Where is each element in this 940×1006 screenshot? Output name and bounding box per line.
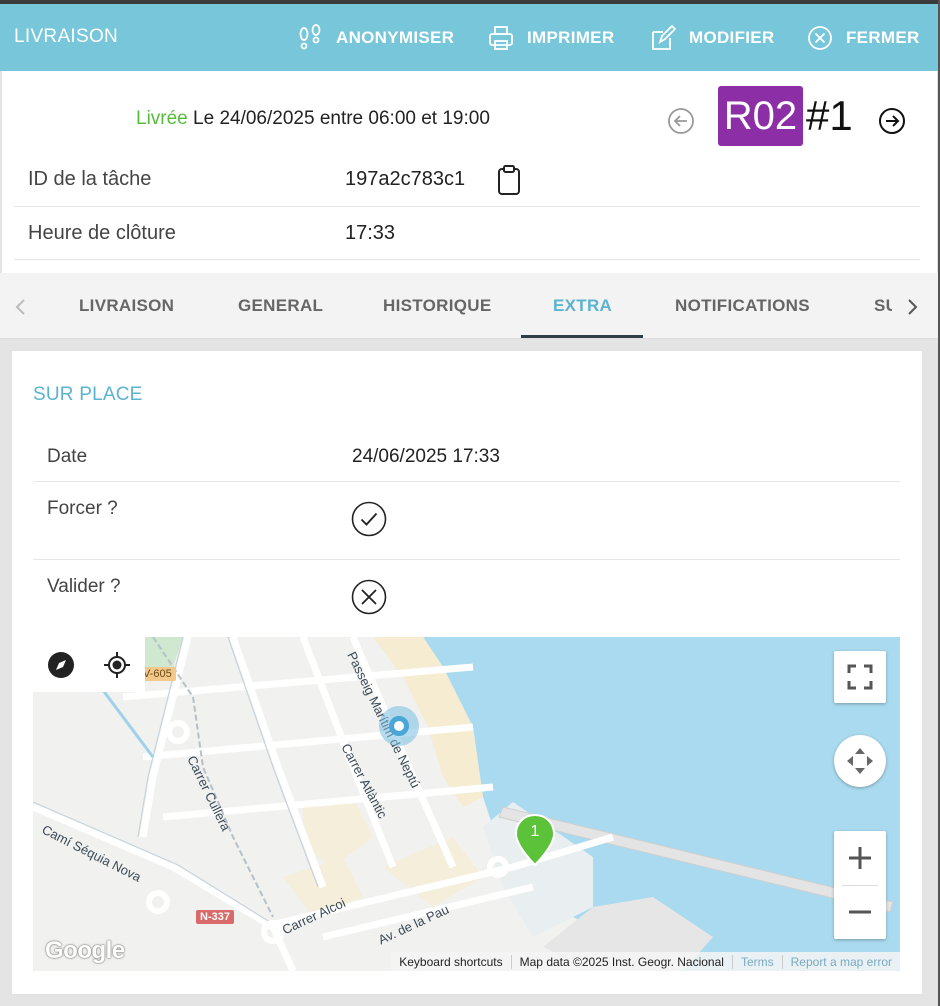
- check-circle-icon: [351, 501, 387, 537]
- marker-label: 1: [530, 823, 540, 840]
- terms-link[interactable]: Terms: [731, 954, 782, 969]
- delivery-status-line: Livrée Le 24/06/2025 entre 06:00 et 19:0…: [136, 108, 490, 130]
- close-circle-icon: [808, 26, 832, 50]
- road-badge: N-337: [196, 910, 234, 924]
- print-label: IMPRIMER: [527, 28, 615, 47]
- close-label: FERMER: [846, 28, 920, 47]
- print-button[interactable]: IMPRIMER: [487, 22, 614, 54]
- map-view[interactable]: Passeig Marítim de Neptú Carrer Atlàntic…: [33, 637, 900, 971]
- edit-button[interactable]: MODIFIER: [649, 22, 775, 54]
- active-tab-indicator: [521, 335, 643, 338]
- printer-icon: [489, 26, 513, 50]
- x-circle-icon: [351, 579, 387, 615]
- zoom-control: [834, 831, 886, 939]
- pan-control[interactable]: [834, 735, 886, 787]
- route-badge: R02: [718, 86, 803, 146]
- plus-icon: [849, 847, 871, 869]
- section-title: SUR PLACE: [33, 384, 143, 405]
- previous-arrow-icon[interactable]: [667, 107, 695, 135]
- header-bar: LIVRAISON ANONYMISER IMPRIMER MODIFIER F…: [0, 4, 938, 71]
- zoom-out-button[interactable]: [834, 886, 886, 939]
- report-map-error-link[interactable]: Report a map error: [781, 954, 900, 969]
- tab-extra[interactable]: EXTRA: [553, 296, 612, 316]
- closing-time-value: 17:33: [345, 222, 396, 244]
- anonymize-label: ANONYMISER: [336, 28, 455, 47]
- fullscreen-button[interactable]: [834, 651, 886, 703]
- divider: [14, 206, 920, 207]
- divider: [14, 259, 920, 260]
- edit-label: MODIFIER: [689, 28, 775, 47]
- tab-general[interactable]: GENERAL: [238, 296, 323, 316]
- map-footer: Keyboard shortcuts Map data ©2025 Inst. …: [391, 952, 900, 971]
- time-window-text: Le 24/06/2025 entre 06:00 et 19:00: [193, 108, 490, 129]
- current-location-dot: [379, 706, 419, 746]
- clipboard-icon[interactable]: [497, 164, 521, 196]
- compass-icon[interactable]: [47, 651, 75, 679]
- task-id-label: ID de la tâche: [28, 168, 152, 190]
- tab-livraison[interactable]: LIVRAISON: [79, 296, 174, 316]
- divider: [33, 481, 900, 482]
- tab-historique[interactable]: HISTORIQUE: [383, 296, 491, 316]
- tab-su[interactable]: SU: [874, 296, 892, 316]
- closing-time-label: Heure de clôture: [28, 222, 176, 244]
- anonymize-button[interactable]: ANONYMISER: [296, 22, 454, 54]
- minus-icon: [849, 910, 871, 914]
- zoom-in-button[interactable]: [834, 832, 886, 885]
- map-tiles: [33, 637, 900, 971]
- fullscreen-icon: [847, 664, 873, 690]
- keyboard-shortcuts-link[interactable]: Keyboard shortcuts: [391, 955, 510, 969]
- footprints-icon: [299, 24, 321, 50]
- order-number: #1: [806, 92, 853, 139]
- divider: [33, 559, 900, 560]
- date-value: 24/06/2025 17:33: [352, 446, 500, 467]
- tab-notifications[interactable]: NOTIFICATIONS: [675, 296, 810, 316]
- validate-label: Valider ?: [47, 576, 121, 597]
- map-tools-panel: [33, 637, 145, 692]
- task-id-value: 197a2c783c1: [345, 168, 466, 190]
- edit-icon: [652, 24, 677, 50]
- next-arrow-icon[interactable]: [878, 107, 906, 135]
- move-arrows-icon: [847, 748, 873, 774]
- chevron-left-icon[interactable]: [12, 296, 30, 318]
- google-logo: Google: [45, 937, 125, 964]
- map-attribution: Map data ©2025 Inst. Geogr. Nacional: [510, 954, 732, 969]
- chevron-right-icon[interactable]: [903, 296, 921, 318]
- status-text: Livrée: [136, 108, 188, 129]
- force-label: Forcer ?: [47, 498, 118, 519]
- header-title: LIVRAISON: [14, 26, 119, 47]
- locate-me-icon[interactable]: [103, 651, 131, 679]
- close-button[interactable]: FERMER: [806, 22, 920, 54]
- date-label: Date: [47, 446, 88, 467]
